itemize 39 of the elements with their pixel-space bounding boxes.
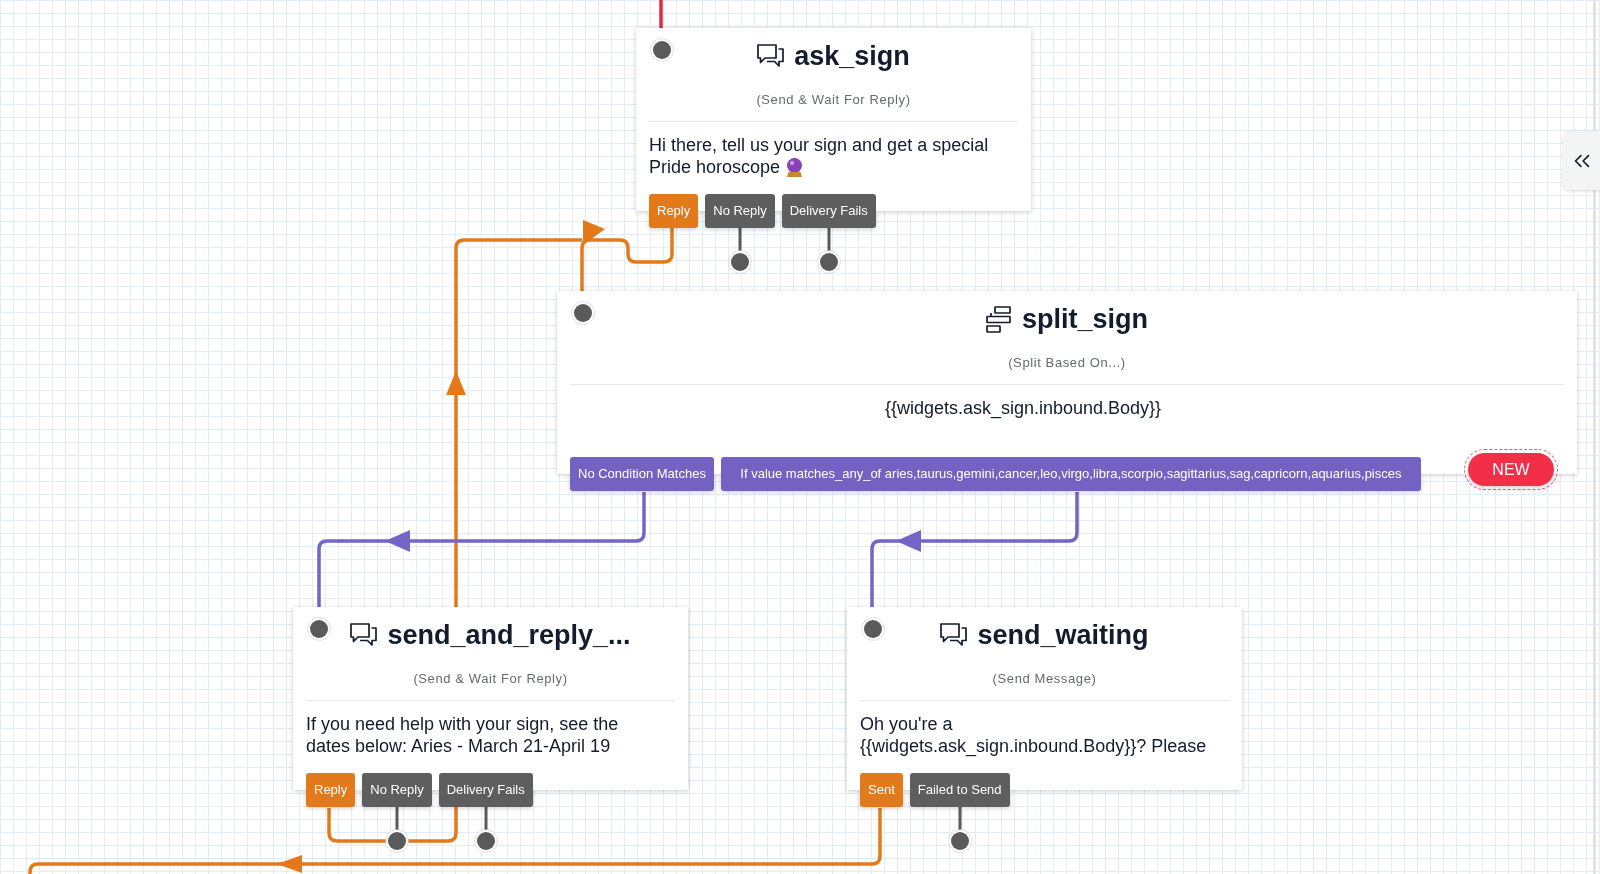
input-port-icon[interactable] <box>571 301 595 325</box>
input-port-icon[interactable] <box>861 617 885 641</box>
chat-bubbles-icon <box>350 623 378 647</box>
output-port-icon[interactable] <box>816 228 841 274</box>
output-port-icon[interactable] <box>728 228 752 274</box>
transition-button[interactable]: If value matches_any_of aries,taurus,gemini,cancer,leo,virgo,libra,scorpio,sagittarius,sag,capricorn,aquarius,pisces <box>720 457 1421 491</box>
chat-bubbles-icon <box>940 623 968 647</box>
node-type-label: (Split Based On...) <box>1008 354 1126 372</box>
node-card[interactable]: send_waiting (Send Message) Oh you're a {{widgets.ask_sign.inbound.Body}}? Please Sent Failed to Send <box>847 607 1242 807</box>
node-type-label: (Send & Wait For Reply) <box>413 670 568 688</box>
output-port-icon[interactable] <box>385 807 409 853</box>
panel-toggle-button[interactable] <box>1563 131 1600 190</box>
node-card[interactable]: send_and_reply_... (Send & Wait For Reply) If you need help with your sign, see the dates below: Aries - March 21-April 19 Reply No Reply Delivery Fails <box>293 607 688 807</box>
transition-button[interactable]: Delivery Fails <box>781 194 876 228</box>
node-title: send_and_reply_... <box>387 619 631 652</box>
output-port-icon[interactable] <box>947 807 972 853</box>
node-card[interactable]: ask_sign (Send & Wait For Reply) Hi there, tell us your sign and get a special Pride horoscope Reply No Reply Delivery Fails <box>636 28 1031 228</box>
node-type-label: (Send & Wait For Reply) <box>756 91 911 109</box>
connector-line <box>659 0 663 28</box>
split-icon <box>986 305 1012 333</box>
output-port-icon[interactable] <box>473 807 498 853</box>
message-text: Pride horoscope <box>649 156 781 178</box>
node-card[interactable] <box>557 291 1577 491</box>
chat-bubbles-icon <box>757 44 785 68</box>
transition-button[interactable]: No Condition Matches <box>570 457 714 491</box>
node-title: send_waiting <box>977 619 1149 652</box>
transition-button[interactable]: Failed to Send <box>909 773 1010 807</box>
message-text: Hi there, tell us your sign and get a special <box>649 134 989 156</box>
node-title: split_sign <box>1022 303 1148 336</box>
transition-button[interactable]: No Reply <box>362 773 432 807</box>
message-text: Oh you're a {{widgets.ask_sign.inbound.Body}}? Please <box>860 714 1207 756</box>
message-text: If you need help with your sign, see the dates below: Aries - March 21-April 19 <box>306 714 619 756</box>
node-type-label: (Send Message) <box>992 670 1097 688</box>
transition-button[interactable]: No Reply <box>705 194 775 228</box>
node-title: ask_sign <box>794 40 910 73</box>
input-port-icon[interactable] <box>650 38 674 62</box>
transition-button[interactable]: Delivery Fails <box>438 773 533 807</box>
input-port-icon[interactable] <box>307 617 331 641</box>
message-text: {{widgets.ask_sign.inbound.Body}} <box>884 398 1162 418</box>
